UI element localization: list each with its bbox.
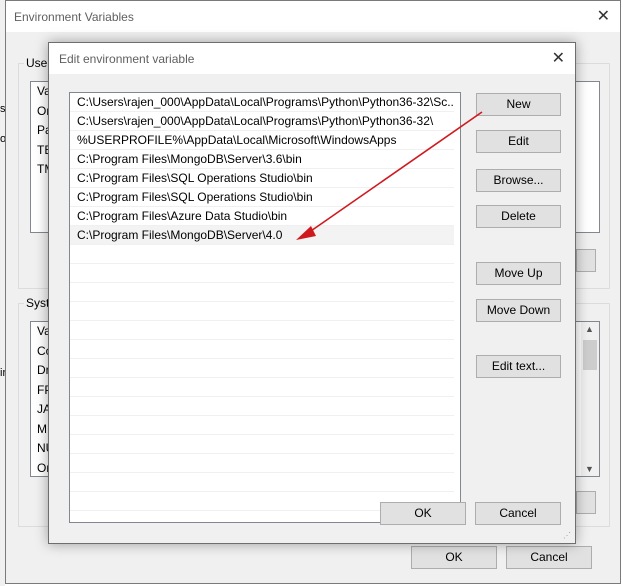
path-item[interactable]: C:\Program Files\MongoDB\Server\3.6\bin xyxy=(70,150,454,169)
new-button[interactable]: New xyxy=(476,93,561,116)
edit-text-button[interactable]: Edit text... xyxy=(476,355,561,378)
path-item[interactable]: C:\Program Files\SQL Operations Studio\b… xyxy=(70,169,454,188)
path-item[interactable]: C:\Users\rajen_000\AppData\Local\Program… xyxy=(70,93,454,112)
path-item[interactable]: C:\Program Files\Azure Data Studio\bin xyxy=(70,207,454,226)
empty-row[interactable]: . xyxy=(70,245,454,264)
browse-button[interactable]: Browse... xyxy=(476,169,561,192)
cancel-button[interactable]: Cancel xyxy=(506,546,592,569)
scrollbar-thumb[interactable] xyxy=(583,340,597,370)
empty-row[interactable]: . xyxy=(70,264,454,283)
delete-button[interactable]: Delete xyxy=(476,205,561,228)
resize-grip-icon[interactable]: ⋰ xyxy=(563,531,573,541)
dialog-title: Environment Variables xyxy=(14,10,134,24)
dialog-title: Edit environment variable xyxy=(59,52,195,66)
user-delete-button-partial[interactable] xyxy=(576,249,596,272)
empty-row[interactable]: . xyxy=(70,454,454,473)
move-down-button[interactable]: Move Down xyxy=(476,299,561,322)
empty-row[interactable]: . xyxy=(70,378,454,397)
edit-cancel-button[interactable]: Cancel xyxy=(475,502,561,525)
path-item[interactable]: %USERPROFILE%\AppData\Local\Microsoft\Wi… xyxy=(70,131,454,150)
scroll-up-icon[interactable]: ▲ xyxy=(585,324,594,334)
scroll-down-icon[interactable]: ▼ xyxy=(585,464,594,474)
empty-row[interactable]: . xyxy=(70,416,454,435)
close-icon[interactable]: ✕ xyxy=(552,48,565,68)
path-list[interactable]: C:\Users\rajen_000\AppData\Local\Program… xyxy=(69,92,461,523)
edit-ok-button[interactable]: OK xyxy=(380,502,466,525)
path-item[interactable]: C:\Program Files\SQL Operations Studio\b… xyxy=(70,188,454,207)
empty-row[interactable]: . xyxy=(70,397,454,416)
system-list-scrollbar[interactable]: ▲ ▼ xyxy=(581,322,599,476)
move-up-button[interactable]: Move Up xyxy=(476,262,561,285)
path-item[interactable]: C:\Users\rajen_000\AppData\Local\Program… xyxy=(70,112,454,131)
title-bar: Edit environment variable ✕ xyxy=(49,43,575,74)
empty-row[interactable]: . xyxy=(70,302,454,321)
empty-row[interactable]: . xyxy=(70,340,454,359)
empty-row[interactable]: . xyxy=(70,435,454,454)
edit-environment-variable-dialog: Edit environment variable ✕ C:\Users\raj… xyxy=(48,42,576,544)
path-item-selected[interactable]: C:\Program Files\MongoDB\Server\4.0 xyxy=(70,226,454,245)
empty-row[interactable]: . xyxy=(70,321,454,340)
ok-button[interactable]: OK xyxy=(411,546,497,569)
empty-row[interactable]: . xyxy=(70,283,454,302)
empty-row[interactable]: . xyxy=(70,359,454,378)
close-icon[interactable]: ✕ xyxy=(597,6,610,26)
title-bar: Environment Variables ✕ xyxy=(6,1,620,32)
empty-row[interactable]: . xyxy=(70,473,454,492)
edit-button[interactable]: Edit xyxy=(476,130,561,153)
system-delete-button-partial[interactable] xyxy=(576,491,596,514)
